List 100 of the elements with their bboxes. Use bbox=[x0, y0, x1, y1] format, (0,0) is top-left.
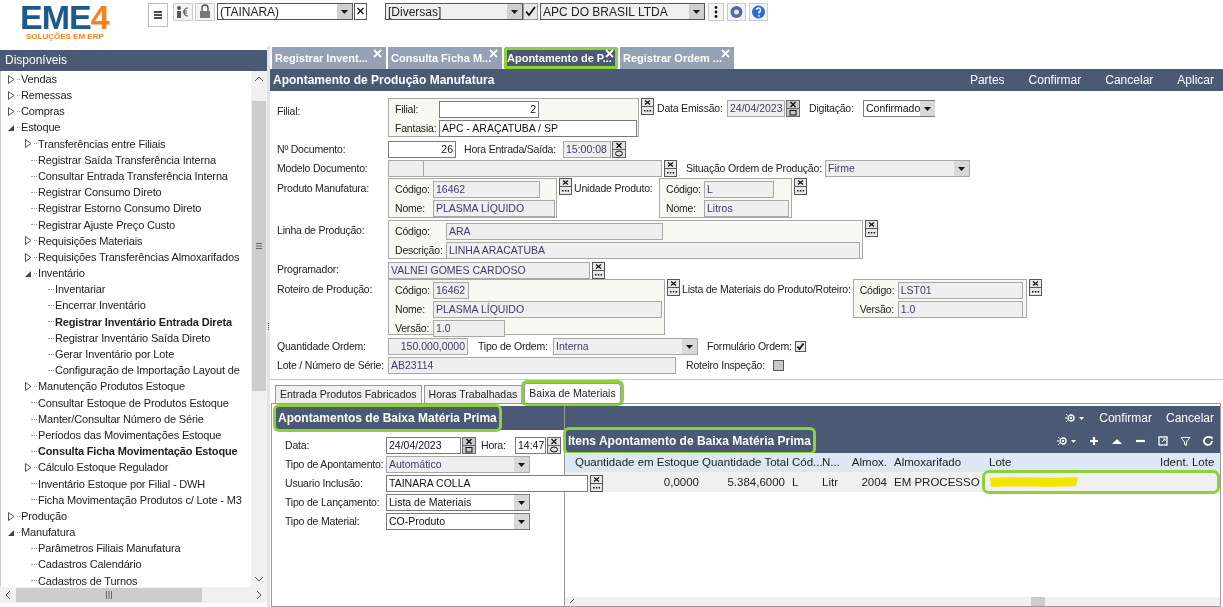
user-dropdown[interactable]: (TAINARA) bbox=[217, 3, 353, 20]
column-header[interactable]: Almoxarifado bbox=[890, 453, 982, 472]
tree-item[interactable]: Manter/Consultar Número de Série bbox=[38, 410, 204, 428]
tree-item[interactable]: Requisições Materiais bbox=[38, 232, 143, 250]
input-field[interactable]: 2 bbox=[439, 101, 539, 118]
input-field[interactable]: APC - ARAÇATUBA / SP bbox=[439, 120, 637, 137]
column-header[interactable]: Quantidade Total bbox=[702, 453, 788, 472]
input-field[interactable]: TAINARA COLLA bbox=[386, 475, 588, 492]
confirm-button[interactable] bbox=[523, 3, 538, 20]
tree-item[interactable]: Cadastros Calendário bbox=[38, 556, 142, 573]
dropdown[interactable]: Automático bbox=[386, 456, 530, 473]
tree-item[interactable]: Consultar Estoque de Produtos Estoque bbox=[38, 394, 229, 412]
input-field[interactable] bbox=[424, 160, 662, 177]
filter-icon[interactable] bbox=[1180, 435, 1191, 447]
tree-item[interactable]: Cálculo Estoque Regulador bbox=[38, 459, 169, 476]
toolbar-button[interactable]: Cancelar bbox=[1165, 408, 1214, 427]
lock-icon[interactable] bbox=[195, 3, 215, 21]
tree-item[interactable]: Configuração de Importação Layout de bbox=[55, 362, 240, 379]
dropdown[interactable]: Confirmado bbox=[863, 100, 935, 117]
column-header[interactable]: Quantidade em Estoque bbox=[565, 453, 702, 472]
tree-item[interactable]: Registrar Consumo Direto bbox=[38, 184, 162, 201]
tab[interactable]: Apontamento de P... bbox=[504, 47, 618, 69]
column-header[interactable]: Ident. Lote bbox=[1160, 453, 1220, 472]
tree-item[interactable]: Estoque bbox=[21, 119, 61, 136]
tree-item[interactable]: Parâmetros Filiais Manufatura bbox=[38, 540, 181, 557]
toolbar-button[interactable]: Confirmar bbox=[1028, 71, 1082, 89]
tree-item[interactable]: Transferências entre Filiais bbox=[38, 135, 166, 153]
toolbar-button[interactable]: Cancelar bbox=[1105, 71, 1154, 89]
expand-icon[interactable] bbox=[6, 73, 17, 85]
lookup-button[interactable] bbox=[865, 220, 878, 237]
input-field[interactable]: ARA bbox=[446, 223, 663, 240]
toolbar-button[interactable]: Aplicar bbox=[1177, 71, 1214, 89]
tree-item[interactable]: Registrar Saída Transferência Interna bbox=[38, 151, 216, 169]
tree-item[interactable]: Compras bbox=[21, 103, 65, 120]
expand-icon[interactable] bbox=[6, 510, 17, 522]
scroll-thumb[interactable] bbox=[252, 101, 266, 391]
input-field[interactable]: 1.0 bbox=[433, 320, 505, 337]
input-field[interactable]: PLASMA LÍQUIDO bbox=[433, 200, 555, 217]
scrollbar[interactable] bbox=[251, 71, 267, 587]
tree-item[interactable]: Períodos das Movimentações Estoque bbox=[38, 426, 222, 444]
expand-icon[interactable] bbox=[6, 89, 17, 101]
tree-item[interactable]: Registrar Ajuste Preço Custo bbox=[38, 216, 176, 234]
dropdown[interactable]: Lista de Materiais bbox=[386, 494, 530, 511]
calendar-button[interactable] bbox=[462, 437, 476, 454]
input-field[interactable]: 24/04/2023 bbox=[386, 437, 461, 454]
move-up-icon[interactable] bbox=[1111, 436, 1123, 446]
column-header[interactable]: Lote bbox=[982, 453, 1160, 472]
tree-item[interactable]: Requisições Transferências Almoxarifados bbox=[38, 248, 240, 266]
input-field[interactable]: 150.000,0000 bbox=[388, 338, 468, 355]
refresh-icon[interactable] bbox=[1203, 435, 1214, 447]
expand-icon[interactable] bbox=[23, 138, 34, 150]
calendar-button[interactable] bbox=[786, 100, 800, 117]
menu-button[interactable] bbox=[148, 3, 168, 27]
help-icon[interactable] bbox=[749, 3, 768, 21]
tree-item[interactable]: Inventariar bbox=[55, 281, 106, 298]
input-field[interactable] bbox=[388, 160, 424, 177]
input-field[interactable]: 24/04/2023 bbox=[727, 100, 785, 117]
dropdown[interactable]: CO-Produto bbox=[386, 513, 530, 530]
company-dropdown[interactable]: APC DO BRASIL LTDA bbox=[540, 3, 705, 20]
tree-item[interactable]: Ficha Movimentação Produtos c/ Lote - M3 bbox=[38, 491, 242, 509]
tree-item[interactable]: Consultar Entrada Transferência Interna bbox=[38, 167, 228, 185]
expand-icon[interactable] bbox=[6, 105, 17, 117]
lookup-button[interactable] bbox=[641, 98, 654, 115]
input-field[interactable]: 14:47 bbox=[515, 437, 546, 454]
clock-button[interactable] bbox=[547, 437, 561, 454]
clock-button[interactable] bbox=[612, 141, 626, 158]
tree-item[interactable]: Registrar Inventário Saída Direto bbox=[55, 329, 211, 347]
more-icon[interactable] bbox=[708, 3, 724, 21]
tree-item[interactable]: Registrar Inventário Entrada Direta bbox=[55, 313, 232, 331]
tree-item[interactable]: Cadastros de Turnos bbox=[38, 572, 138, 587]
tree-item[interactable]: Vendas bbox=[21, 71, 57, 88]
tree-item[interactable]: Encerrar Inventário bbox=[55, 297, 146, 314]
column-header[interactable]: N... bbox=[820, 453, 845, 472]
input-field[interactable]: VALNEI GOMES CARDOSO bbox=[388, 261, 590, 279]
lookup-button[interactable] bbox=[590, 475, 603, 492]
input-field[interactable]: LST01 bbox=[897, 282, 1023, 299]
input-field[interactable]: L bbox=[704, 181, 774, 198]
input-field[interactable]: 15:00:08 bbox=[563, 141, 611, 158]
dropdown[interactable]: Interna bbox=[553, 338, 698, 355]
expand-icon[interactable] bbox=[23, 235, 34, 247]
tree-item[interactable]: Manufatura bbox=[21, 524, 76, 541]
export-icon[interactable] bbox=[1158, 436, 1168, 446]
person-money-icon[interactable] bbox=[173, 3, 193, 21]
column-header[interactable]: Almox. bbox=[845, 453, 890, 472]
expand-icon[interactable] bbox=[23, 251, 34, 263]
tree-item[interactable]: Manutenção Produtos Estoque bbox=[38, 378, 185, 395]
lookup-button[interactable] bbox=[592, 261, 605, 279]
subtab[interactable]: Entrada Produtos Fabricados bbox=[275, 385, 422, 403]
clear-button[interactable] bbox=[354, 3, 367, 20]
input-field[interactable]: 16462 bbox=[433, 282, 469, 299]
tree-item[interactable]: Consulta Ficha Movimentação Estoque bbox=[38, 443, 238, 460]
input-field[interactable]: PLASMA LÍQUIDO bbox=[433, 301, 662, 318]
lookup-button[interactable] bbox=[664, 160, 677, 177]
expand-icon[interactable] bbox=[23, 462, 34, 474]
lookup-button[interactable] bbox=[667, 279, 680, 296]
input-field[interactable]: 16462 bbox=[433, 181, 540, 198]
lookup-button[interactable] bbox=[559, 178, 572, 195]
subtab[interactable]: Baixa de Materiais bbox=[524, 383, 621, 403]
input-field[interactable]: LINHA ARACATUBA bbox=[446, 242, 860, 259]
column-header[interactable]: Cód... bbox=[788, 453, 820, 472]
